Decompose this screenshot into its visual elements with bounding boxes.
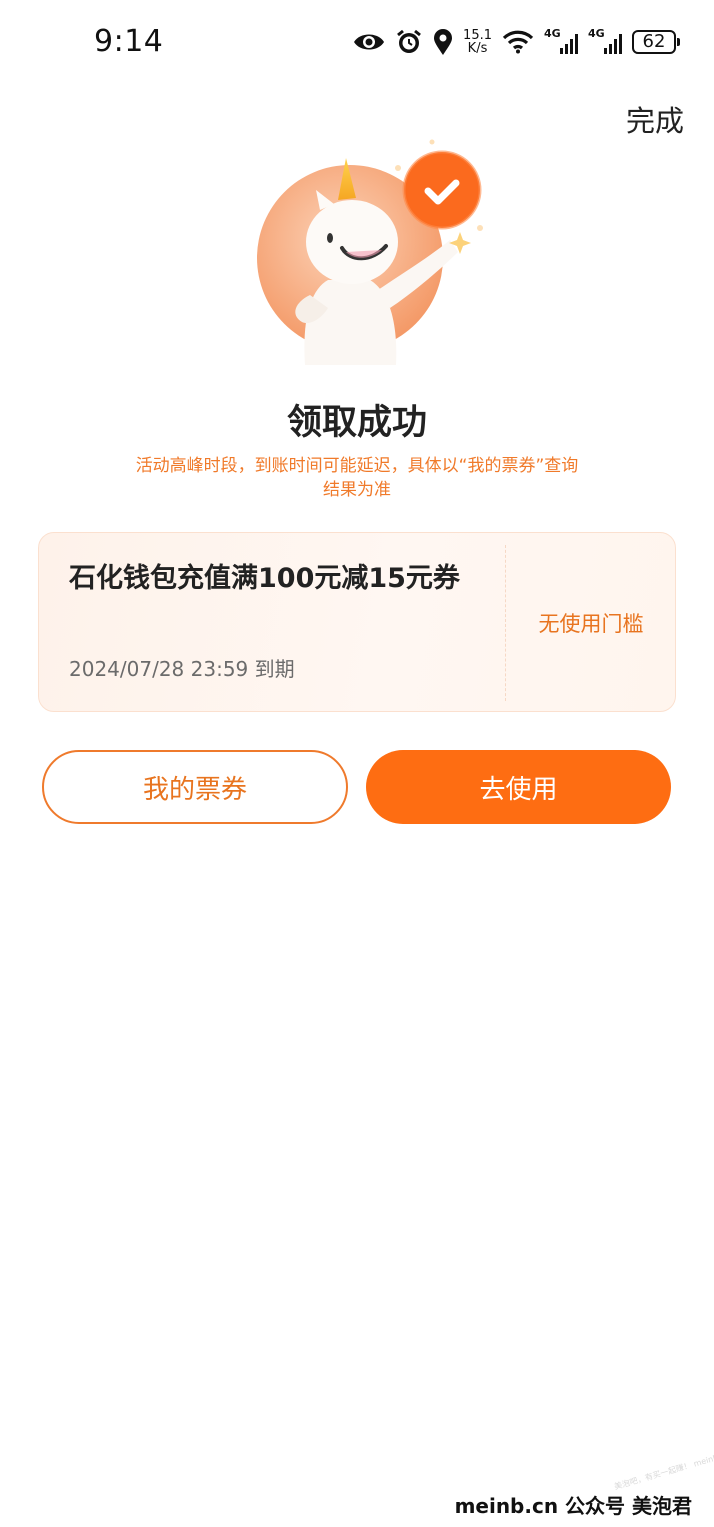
sim1-network-label: 4G	[544, 27, 561, 40]
eye-icon	[353, 31, 385, 53]
result-notice: 活动高峰时段，到账时间可能延迟，具体以“我的票券”查询结果为准	[135, 456, 579, 500]
signal-icon-sim2: 4G	[588, 27, 622, 57]
use-coupon-button[interactable]: 去使用	[366, 750, 671, 824]
network-speed-unit: K/s	[467, 41, 488, 56]
result-title: 领取成功	[286, 403, 427, 443]
coupon-card: 石化钱包充值满100元减15元券 2024/07/28 23:59 到期 无使用…	[38, 532, 676, 712]
coupon-claim-success-page: 9:14 15.1 K/s 4G 4G 62 完成 领取成功 活动高峰时段，到账…	[0, 0, 714, 1527]
status-icons: 15.1 K/s 4G 4G 62	[353, 24, 680, 60]
status-bar: 9:14 15.1 K/s 4G 4G 62	[0, 0, 714, 88]
use-coupon-button-label: 去使用	[479, 774, 558, 805]
coupon-threshold: 无使用门槛	[505, 533, 675, 711]
sim2-network-label: 4G	[588, 27, 605, 40]
coupon-name: 石化钱包充值满100元减15元券	[69, 563, 460, 594]
done-button[interactable]: 完成	[626, 98, 684, 140]
status-time: 9:14	[94, 24, 164, 59]
coupon-expiry: 2024/07/28 23:59 到期	[69, 657, 295, 681]
coupon-threshold-label: 无使用门槛	[538, 612, 644, 636]
battery-level: 62	[642, 31, 666, 52]
wifi-icon	[502, 30, 534, 54]
network-speed: 15.1 K/s	[463, 29, 492, 55]
faint-watermark: 美泡吧，有买一起赚！ meinb.com	[613, 1447, 714, 1492]
signal-icon-sim1: 4G	[544, 27, 578, 57]
battery-icon: 62	[632, 30, 680, 54]
my-coupons-button-label: 我的票券	[142, 774, 247, 805]
source-watermark: meinb.cn 公众号 美泡君	[454, 1494, 692, 1518]
alarm-icon	[395, 28, 423, 56]
success-mascot-illustration	[250, 130, 490, 370]
my-coupons-button[interactable]: 我的票券	[42, 750, 348, 824]
location-icon	[433, 28, 453, 56]
